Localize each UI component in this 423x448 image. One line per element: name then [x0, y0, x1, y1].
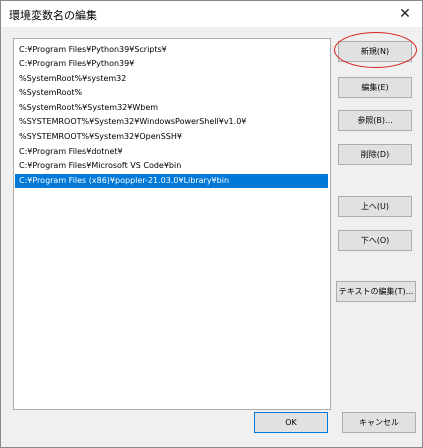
edit-text-button[interactable]: テキストの編集(T)... — [336, 281, 416, 302]
list-item[interactable]: C:¥Program Files¥dotnet¥ — [15, 145, 328, 159]
list-item[interactable]: %SystemRoot%¥system32 — [15, 72, 328, 86]
dialog-title: 環境変数名の編集 — [9, 9, 97, 22]
delete-button[interactable]: 削除(D) — [338, 144, 412, 165]
edit-button[interactable]: 編集(E) — [338, 77, 412, 98]
list-item-selected[interactable]: C:¥Program Files (x86)¥poppler-21.03.0¥L… — [15, 174, 328, 188]
list-item[interactable]: %SystemRoot%¥System32¥Wbem — [15, 101, 328, 115]
list-item[interactable]: %SYSTEMROOT%¥System32¥WindowsPowerShell¥… — [15, 115, 328, 129]
list-item[interactable]: C:¥Program Files¥Python39¥Scripts¥ — [15, 43, 328, 57]
list-item[interactable]: C:¥Program Files¥Python39¥ — [15, 57, 328, 71]
path-list[interactable]: C:¥Program Files¥Python39¥Scripts¥ C:¥Pr… — [13, 38, 331, 410]
new-button[interactable]: 新規(N) — [338, 41, 412, 62]
move-down-button[interactable]: 下へ(O) — [338, 230, 412, 251]
close-icon[interactable]: ✕ — [388, 1, 422, 27]
title-bar[interactable]: 環境変数名の編集 ✕ — [1, 1, 422, 27]
cancel-button[interactable]: キャンセル — [342, 412, 416, 433]
edit-env-variable-dialog: 環境変数名の編集 ✕ C:¥Program Files¥Python39¥Scr… — [0, 0, 423, 448]
list-item[interactable]: %SystemRoot% — [15, 86, 328, 100]
browse-button[interactable]: 参照(B)... — [338, 110, 412, 131]
move-up-button[interactable]: 上へ(U) — [338, 196, 412, 217]
list-item[interactable]: %SYSTEMROOT%¥System32¥OpenSSH¥ — [15, 130, 328, 144]
list-item[interactable]: C:¥Program Files¥Microsoft VS Code¥bin — [15, 159, 328, 173]
ok-button[interactable]: OK — [254, 412, 328, 433]
